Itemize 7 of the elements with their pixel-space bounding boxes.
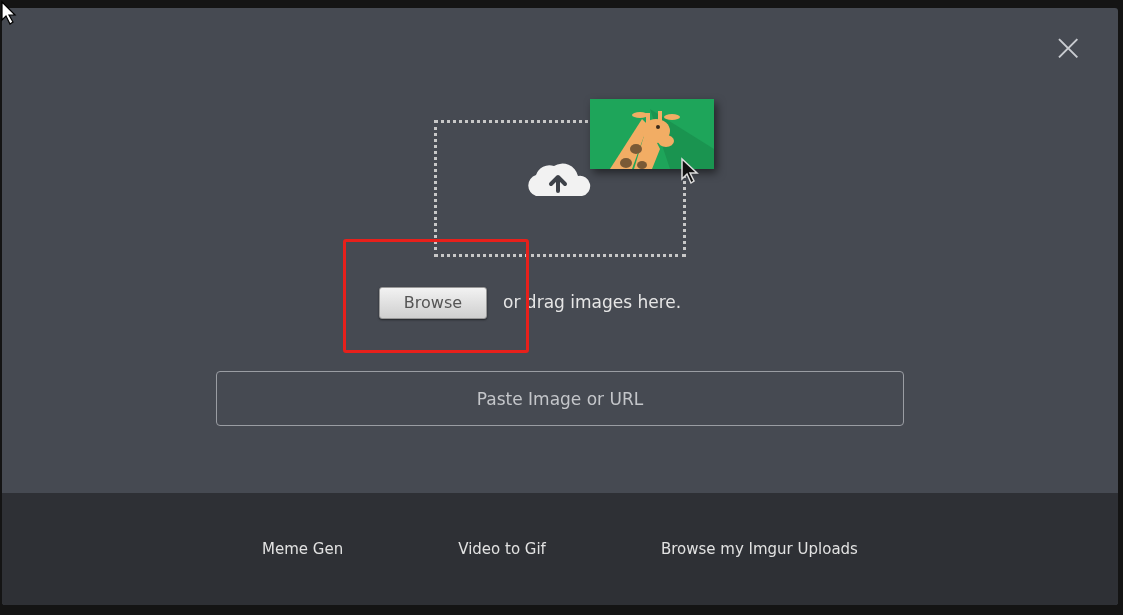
mouse-pointer-icon xyxy=(680,157,700,185)
footer-link[interactable]: Video to Gif xyxy=(458,537,546,561)
footer-link[interactable]: Browse my Imgur Uploads xyxy=(660,537,858,561)
close-button[interactable]: × xyxy=(1048,28,1088,66)
paste-url-field[interactable]: Paste Image or URL xyxy=(216,371,904,426)
footer-link[interactable]: Meme Gen xyxy=(262,537,344,561)
browse-button[interactable]: Browse xyxy=(378,287,488,319)
